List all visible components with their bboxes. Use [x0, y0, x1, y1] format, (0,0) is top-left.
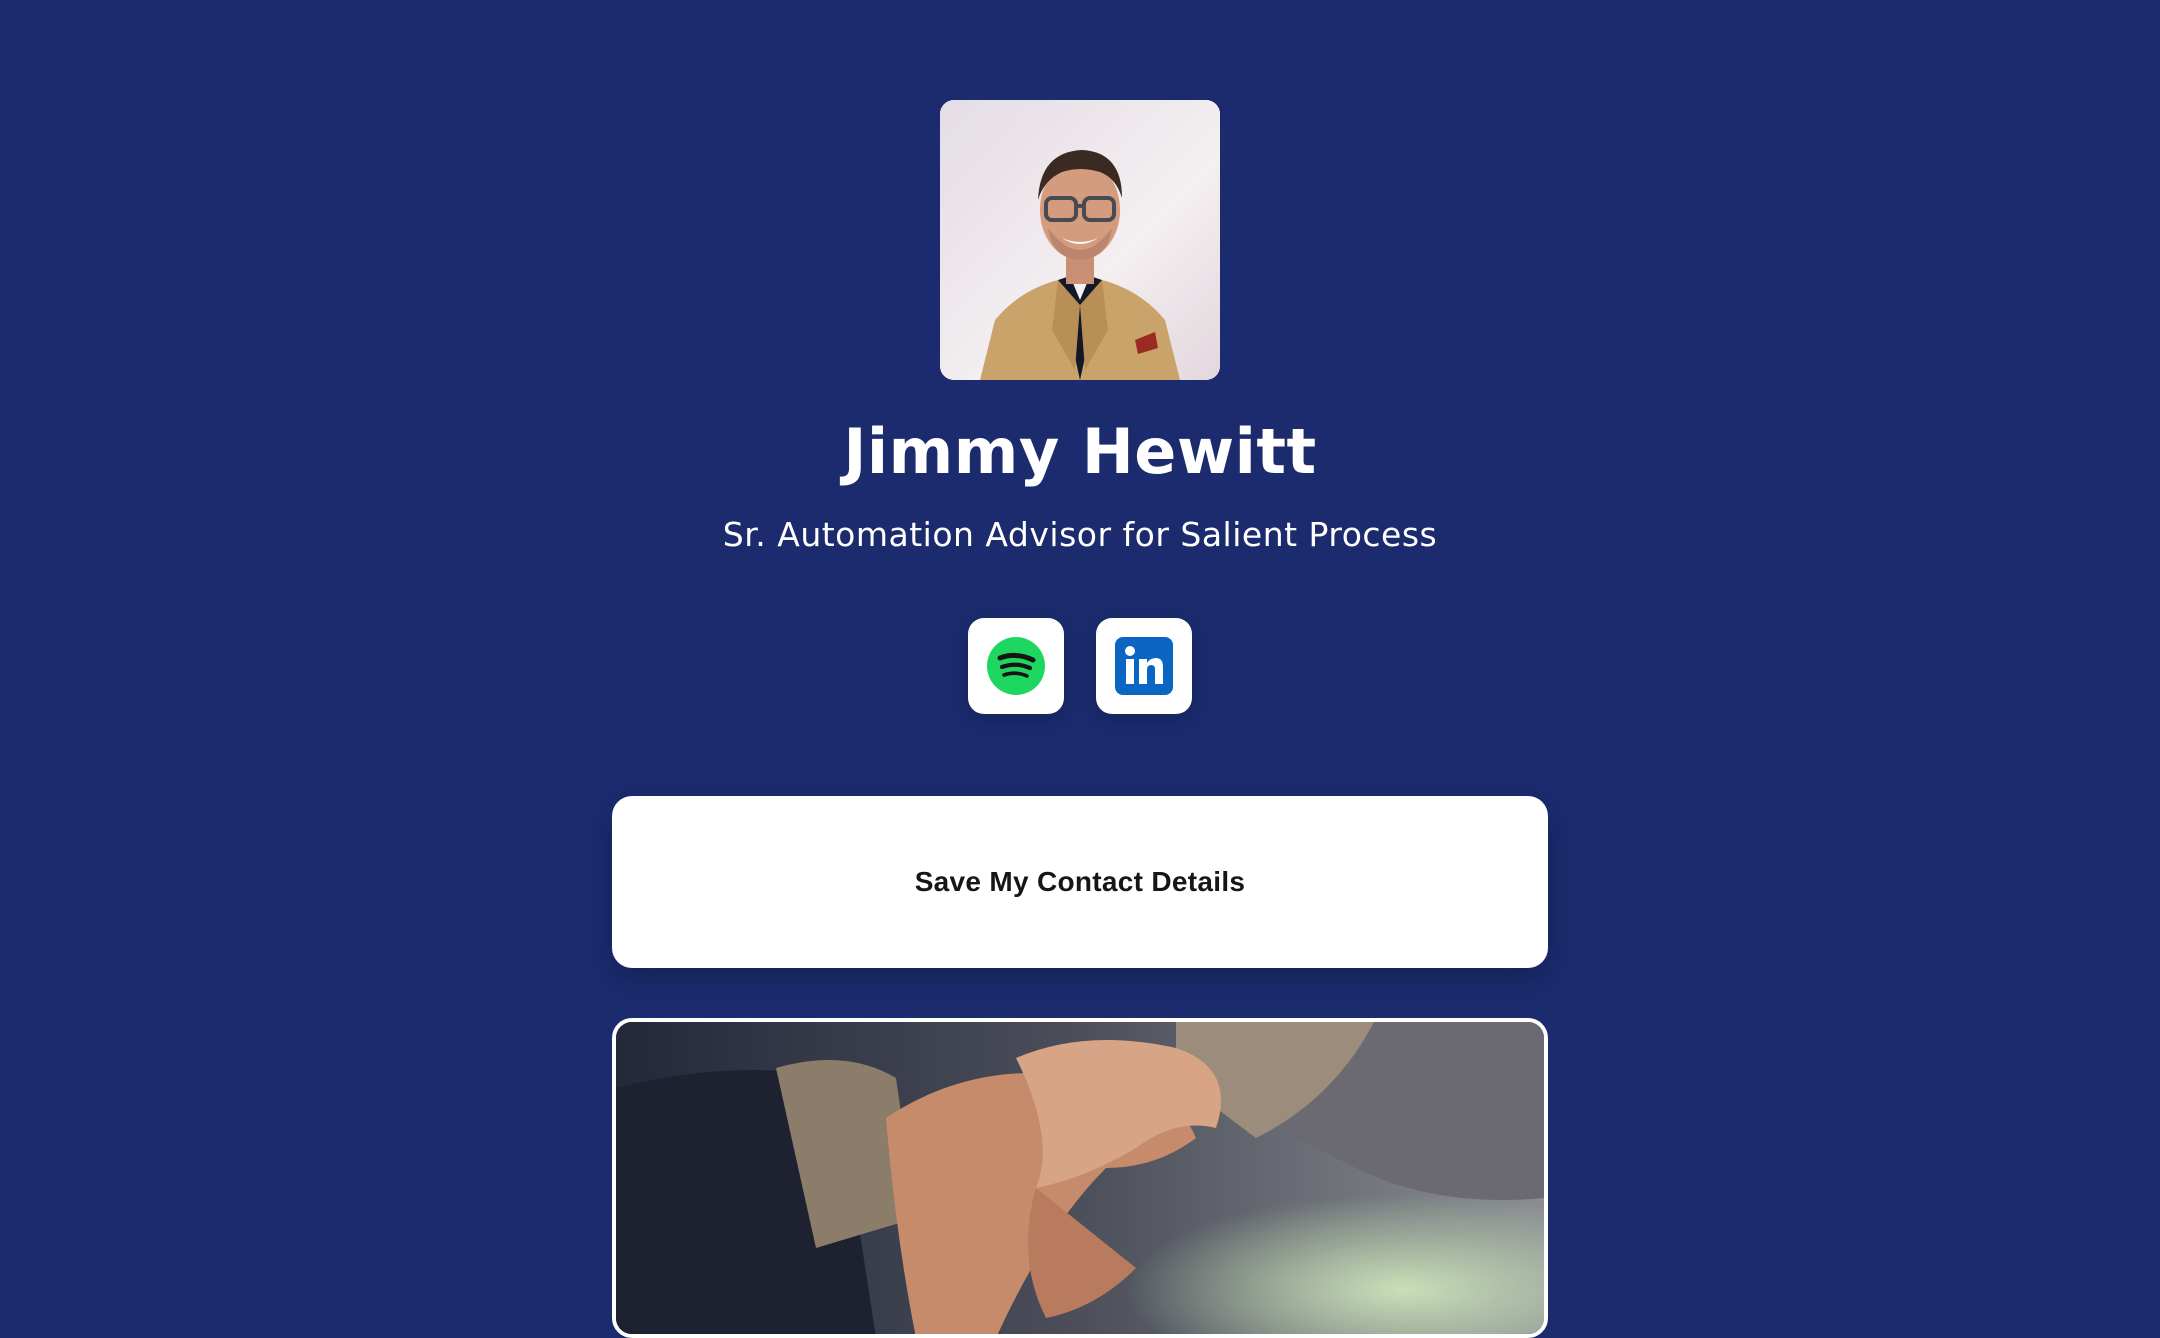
profile-photo [940, 100, 1220, 380]
handshake-photo [612, 1018, 1548, 1338]
social-links [968, 618, 1192, 714]
linkedin-icon [1115, 637, 1173, 695]
spotify-icon [987, 637, 1045, 695]
save-contact-label: Save My Contact Details [914, 866, 1246, 897]
profile-name: Jimmy Hewitt [843, 415, 1317, 488]
spotify-link[interactable] [968, 618, 1064, 714]
linkedin-link[interactable] [1096, 618, 1192, 714]
profile-page: Jimmy Hewitt Sr. Automation Advisor for … [0, 0, 2160, 1338]
save-contact-button[interactable]: Save My Contact Details [612, 796, 1548, 968]
profile-title: Sr. Automation Advisor for Salient Proce… [722, 515, 1438, 554]
